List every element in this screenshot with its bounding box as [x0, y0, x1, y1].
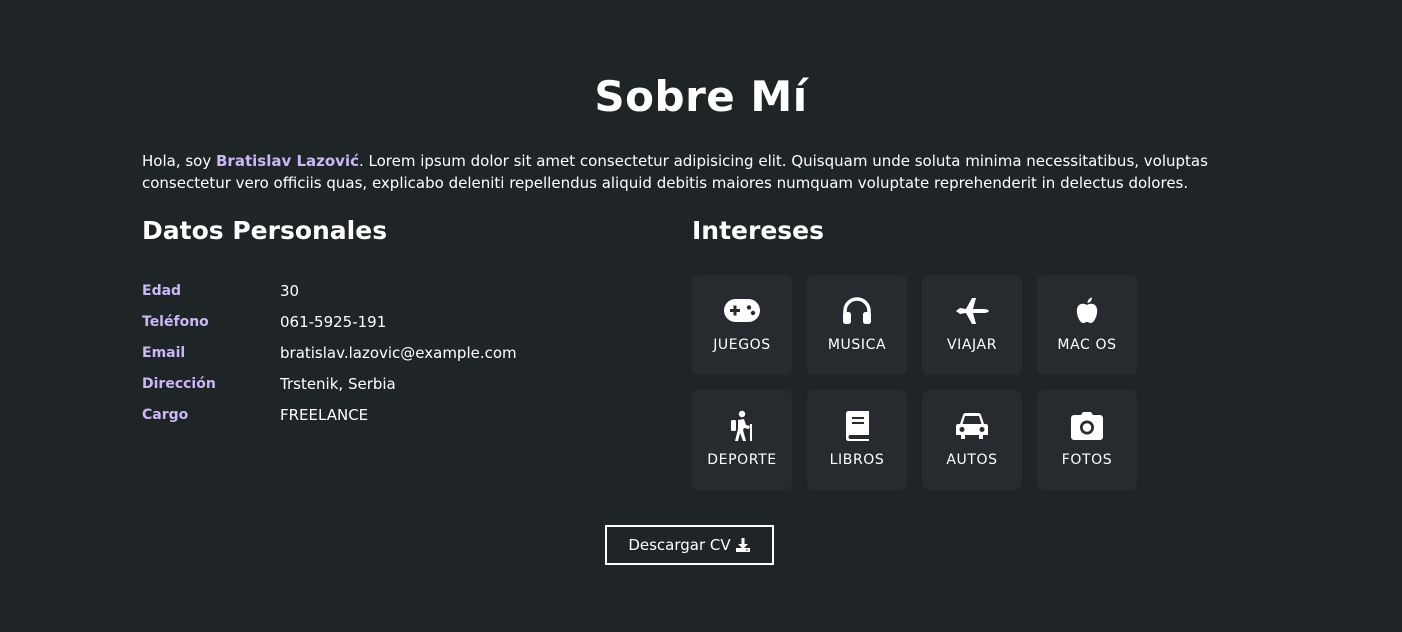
download-icon: [735, 537, 751, 553]
data-value: bratislav.lazovic@example.com: [280, 343, 517, 362]
personal-data-list: Edad 30 Teléfono 061-5925-191 Email brat…: [142, 275, 517, 430]
interest-tile-macos[interactable]: MAC OS: [1037, 275, 1137, 375]
section-title: Sobre Mí: [594, 72, 808, 121]
interest-tile-viajar[interactable]: VIAJAR: [922, 275, 1022, 375]
book-icon: [837, 410, 877, 442]
interest-tile-juegos[interactable]: JUEGOS: [692, 275, 792, 375]
hiking-icon: [722, 410, 762, 442]
about-section: Sobre Mí Hola, soy Bratislav Lazović. Lo…: [0, 0, 1402, 632]
interest-tile-libros[interactable]: LIBROS: [807, 390, 907, 490]
interest-tile-autos[interactable]: AUTOS: [922, 390, 1022, 490]
data-row-direccion: Dirección Trstenik, Serbia: [142, 368, 517, 399]
data-key: Edad: [142, 282, 182, 299]
data-row-edad: Edad 30: [142, 275, 517, 306]
headphones-icon: [837, 295, 877, 327]
plane-icon: [952, 295, 992, 327]
download-cv-label: Descargar CV: [628, 536, 731, 554]
interest-label: LIBROS: [829, 452, 885, 468]
interests-grid: JUEGOS MUSICA VIAJAR MAC OS DEPORTE LIBR…: [692, 275, 1137, 490]
personal-data-heading: Datos Personales: [142, 216, 388, 245]
download-cv-button[interactable]: Descargar CV: [605, 525, 774, 565]
data-key: Cargo: [142, 406, 189, 423]
interest-label: JUEGOS: [713, 337, 771, 353]
data-value: 30: [280, 281, 300, 300]
data-row-telefono: Teléfono 061-5925-191: [142, 306, 517, 337]
gamepad-icon: [722, 295, 762, 327]
interest-tile-deporte[interactable]: DEPORTE: [692, 390, 792, 490]
interest-tile-musica[interactable]: MUSICA: [807, 275, 907, 375]
data-value: Trstenik, Serbia: [280, 374, 396, 393]
car-icon: [952, 410, 992, 442]
data-key: Email: [142, 344, 186, 361]
data-row-email: Email bratislav.lazovic@example.com: [142, 337, 517, 368]
data-key: Dirección: [142, 375, 216, 392]
intro-paragraph: Hola, soy Bratislav Lazović. Lorem ipsum…: [142, 150, 1252, 194]
data-value: FREELANCE: [280, 405, 369, 424]
interest-tile-fotos[interactable]: FOTOS: [1037, 390, 1137, 490]
data-value: 061-5925-191: [280, 312, 387, 331]
interest-label: MUSICA: [827, 337, 887, 353]
interest-label: MAC OS: [1057, 337, 1117, 353]
intro-prefix: Hola, soy: [142, 152, 216, 170]
interest-label: DEPORTE: [707, 452, 777, 468]
interest-label: VIAJAR: [946, 337, 998, 353]
interest-label: AUTOS: [946, 452, 998, 468]
apple-icon: [1067, 295, 1107, 327]
data-key: Teléfono: [142, 313, 209, 330]
data-row-cargo: Cargo FREELANCE: [142, 399, 517, 430]
intro-name: Bratislav Lazović: [216, 152, 359, 170]
interests-heading: Intereses: [692, 216, 825, 245]
camera-icon: [1067, 410, 1107, 442]
interest-label: FOTOS: [1061, 452, 1113, 468]
